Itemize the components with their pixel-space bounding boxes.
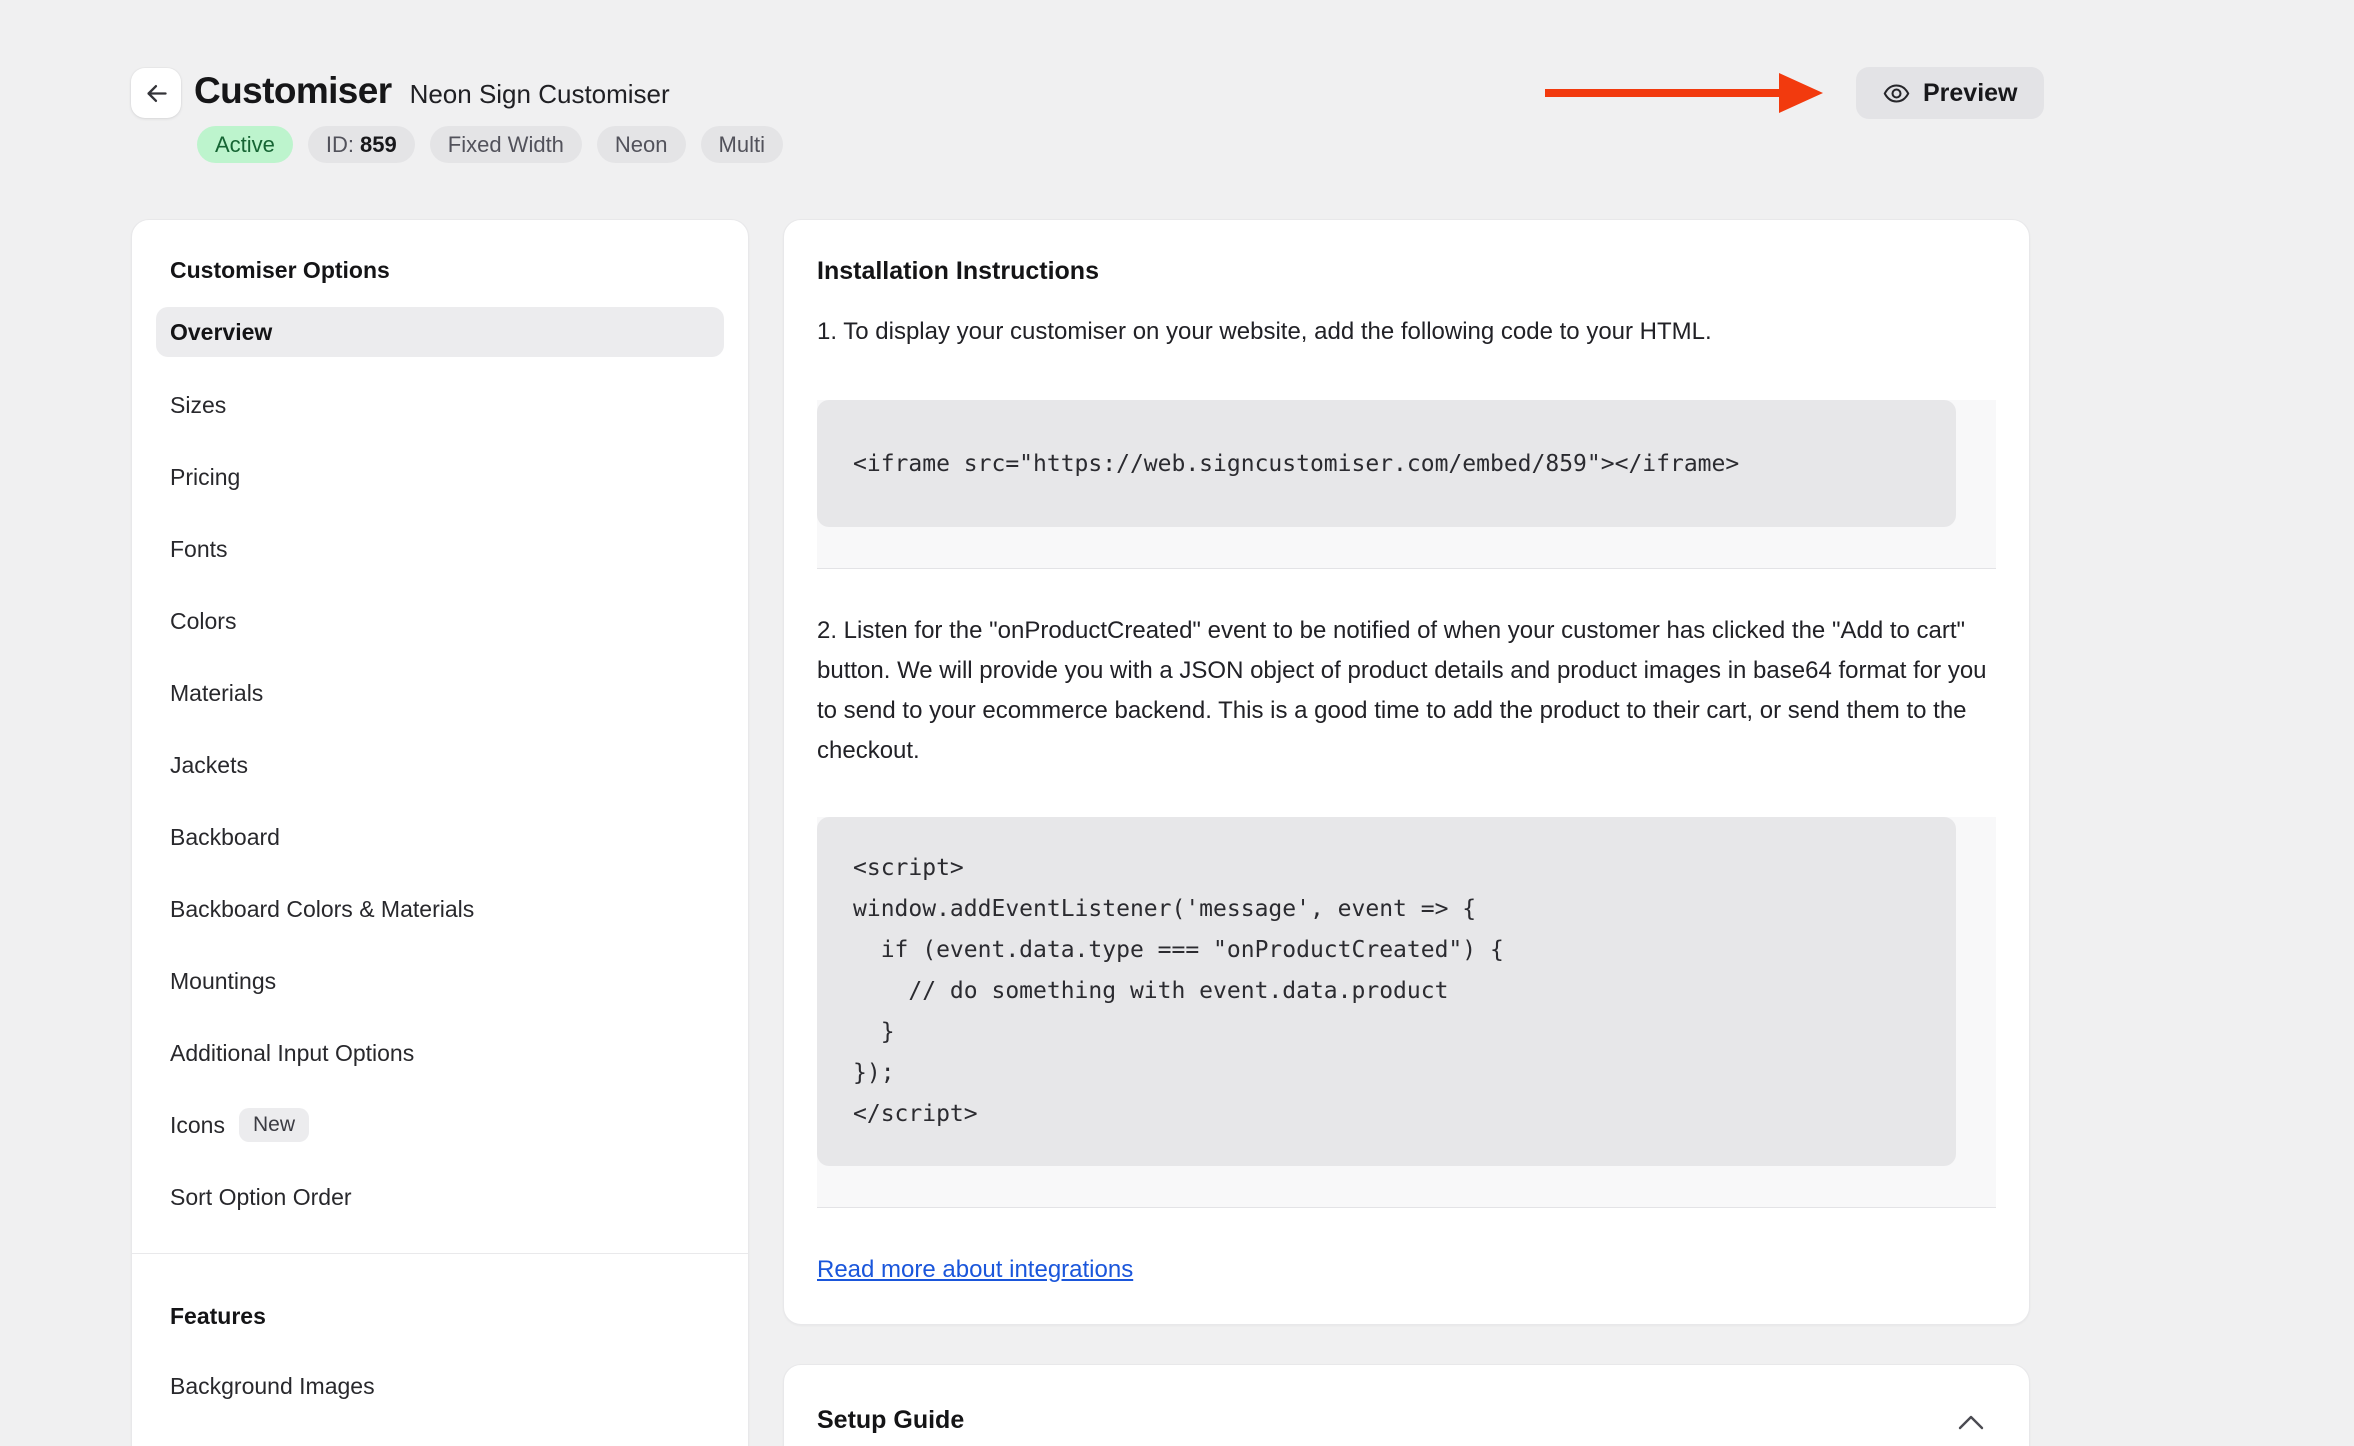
sidebar-item-additional-input-options[interactable]: Additional Input Options xyxy=(156,1017,724,1089)
sidebar-item-colors[interactable]: Colors xyxy=(156,585,724,657)
sidebar-card: Customiser Options Overview Sizes Pricin… xyxy=(131,219,749,1446)
sidebar-item-jackets[interactable]: Jackets xyxy=(156,729,724,801)
installation-card: Installation Instructions 1. To display … xyxy=(783,219,2030,1325)
id-label: ID: xyxy=(326,132,354,158)
sidebar-features-heading: Features xyxy=(170,1302,724,1330)
header: Customiser Neon Sign Customiser xyxy=(194,66,670,116)
collapse-button[interactable] xyxy=(1953,1407,1989,1437)
new-badge: New xyxy=(239,1108,309,1142)
eye-icon xyxy=(1882,79,1911,108)
id-badge: ID:859 xyxy=(308,126,415,163)
sidebar-features-list: Background Images Review Screen xyxy=(156,1350,724,1446)
sidebar-item-backboard[interactable]: Backboard xyxy=(156,801,724,873)
sidebar-options-list: Sizes Pricing Fonts Colors Materials Jac… xyxy=(156,369,724,1233)
installation-title: Installation Instructions xyxy=(817,256,1996,286)
sidebar-item-icons[interactable]: Icons New xyxy=(156,1089,724,1161)
tag-badge-multi: Multi xyxy=(701,126,783,163)
sidebar-item-backboard-colors-materials[interactable]: Backboard Colors & Materials xyxy=(156,873,724,945)
page-title: Customiser xyxy=(194,66,392,116)
sidebar-item-review-screen[interactable]: Review Screen xyxy=(156,1422,724,1446)
iframe-code-container: <iframe src="https://web.signcustomiser.… xyxy=(817,400,1996,569)
preview-button[interactable]: Preview xyxy=(1856,67,2044,119)
read-more-integrations-link[interactable]: Read more about integrations xyxy=(817,1256,1133,1284)
installation-step-2: 2. Listen for the "onProductCreated" eve… xyxy=(817,611,1996,771)
sidebar-item-sizes[interactable]: Sizes xyxy=(156,369,724,441)
setup-guide-card: Setup Guide xyxy=(783,1364,2030,1446)
sidebar-item-overview[interactable]: Overview xyxy=(156,307,724,357)
sidebar-item-icons-label: Icons xyxy=(170,1112,225,1139)
sidebar-item-mountings[interactable]: Mountings xyxy=(156,945,724,1017)
sidebar-item-background-images[interactable]: Background Images xyxy=(156,1350,724,1422)
iframe-code-block: <iframe src="https://web.signcustomiser.… xyxy=(817,400,1956,527)
page: Customiser Neon Sign Customiser Active I… xyxy=(0,0,2354,1446)
annotation-arrow-icon xyxy=(1540,70,1830,121)
installation-step-1: 1. To display your customiser on your we… xyxy=(817,312,1996,352)
sidebar-item-fonts[interactable]: Fonts xyxy=(156,513,724,585)
status-badge: Active xyxy=(197,126,293,163)
setup-guide-title: Setup Guide xyxy=(817,1405,1996,1435)
preview-button-label: Preview xyxy=(1923,79,2018,108)
sidebar-divider xyxy=(132,1253,748,1254)
sidebar-options-heading: Customiser Options xyxy=(170,256,724,284)
tag-badge-fixed-width: Fixed Width xyxy=(430,126,582,163)
sidebar-item-sort-option-order[interactable]: Sort Option Order xyxy=(156,1161,724,1233)
tag-badge-neon: Neon xyxy=(597,126,686,163)
badge-row: Active ID:859 Fixed Width Neon Multi xyxy=(197,126,783,163)
page-subtitle: Neon Sign Customiser xyxy=(410,79,670,110)
back-button[interactable] xyxy=(131,68,181,118)
id-value: 859 xyxy=(360,132,397,158)
sidebar-item-materials[interactable]: Materials xyxy=(156,657,724,729)
script-code-block: <script> window.addEventListener('messag… xyxy=(817,817,1956,1166)
sidebar-item-pricing[interactable]: Pricing xyxy=(156,441,724,513)
back-arrow-icon xyxy=(143,80,170,107)
script-code-container: <script> window.addEventListener('messag… xyxy=(817,817,1996,1208)
chevron-up-icon xyxy=(1957,1413,1985,1431)
